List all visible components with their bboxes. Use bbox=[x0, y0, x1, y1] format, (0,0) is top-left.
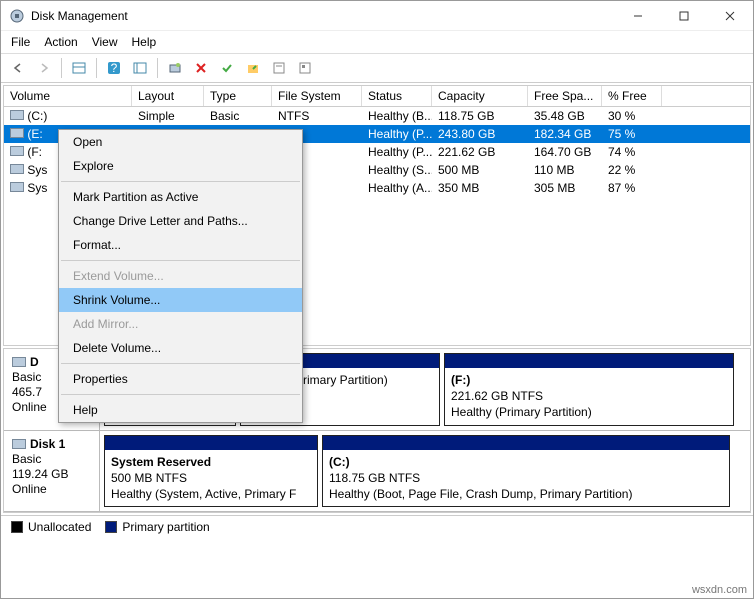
settings-icon[interactable] bbox=[294, 57, 316, 79]
help-icon[interactable]: ? bbox=[103, 57, 125, 79]
minimize-button[interactable] bbox=[615, 1, 661, 31]
menu-item[interactable]: Help bbox=[59, 398, 302, 422]
partition[interactable]: (C:)118.75 GB NTFSHealthy (Boot, Page Fi… bbox=[322, 435, 730, 508]
context-menu[interactable]: OpenExplore Mark Partition as ActiveChang… bbox=[58, 129, 303, 423]
toolbar: ? bbox=[1, 54, 753, 83]
menu-help[interactable]: Help bbox=[132, 35, 157, 49]
legend-primary: Primary partition bbox=[105, 520, 209, 534]
check-icon[interactable] bbox=[216, 57, 238, 79]
menu-item[interactable]: Open bbox=[59, 130, 302, 154]
menu-item[interactable]: Format... bbox=[59, 233, 302, 257]
menu-item[interactable]: Delete Volume... bbox=[59, 336, 302, 360]
table-header: Volume Layout Type File System Status Ca… bbox=[4, 86, 750, 107]
menu-action[interactable]: Action bbox=[44, 35, 77, 49]
legend-unallocated: Unallocated bbox=[11, 520, 91, 534]
menu-item[interactable]: Properties bbox=[59, 367, 302, 391]
properties-icon[interactable] bbox=[268, 57, 290, 79]
col-volume[interactable]: Volume bbox=[4, 86, 132, 106]
menu-bar: File Action View Help bbox=[1, 31, 753, 54]
folder-icon[interactable] bbox=[242, 57, 264, 79]
col-capacity[interactable]: Capacity bbox=[432, 86, 528, 106]
svg-text:?: ? bbox=[111, 61, 118, 75]
col-layout[interactable]: Layout bbox=[132, 86, 204, 106]
table-row[interactable]: (C:)SimpleBasicNTFSHealthy (B...118.75 G… bbox=[4, 107, 750, 125]
list-icon[interactable] bbox=[129, 57, 151, 79]
col-free[interactable]: Free Spa... bbox=[528, 86, 602, 106]
maximize-button[interactable] bbox=[661, 1, 707, 31]
col-percent[interactable]: % Free bbox=[602, 86, 662, 106]
partition[interactable]: System Reserved500 MB NTFSHealthy (Syste… bbox=[104, 435, 318, 508]
menu-file[interactable]: File bbox=[11, 35, 30, 49]
partition[interactable]: (F:)221.62 GB NTFSHealthy (Primary Parti… bbox=[444, 353, 734, 426]
back-button[interactable] bbox=[7, 57, 29, 79]
menu-view[interactable]: View bbox=[92, 35, 118, 49]
app-icon bbox=[9, 8, 25, 24]
menu-item[interactable]: Change Drive Letter and Paths... bbox=[59, 209, 302, 233]
menu-item: Extend Volume... bbox=[59, 264, 302, 288]
col-status[interactable]: Status bbox=[362, 86, 432, 106]
legend: Unallocated Primary partition bbox=[1, 515, 753, 538]
refresh-icon[interactable] bbox=[164, 57, 186, 79]
disk-row: Disk 1Basic119.24 GBOnlineSystem Reserve… bbox=[4, 431, 750, 513]
col-type[interactable]: Type bbox=[204, 86, 272, 106]
menu-item[interactable]: Mark Partition as Active bbox=[59, 185, 302, 209]
title-bar: Disk Management bbox=[1, 1, 753, 31]
table-view-icon[interactable] bbox=[68, 57, 90, 79]
forward-button[interactable] bbox=[33, 57, 55, 79]
watermark: wsxdn.com bbox=[692, 584, 747, 596]
menu-item[interactable]: Shrink Volume... bbox=[59, 288, 302, 312]
col-filesystem[interactable]: File System bbox=[272, 86, 362, 106]
menu-item: Add Mirror... bbox=[59, 312, 302, 336]
window-title: Disk Management bbox=[31, 9, 615, 23]
menu-item[interactable]: Explore bbox=[59, 154, 302, 178]
close-button[interactable] bbox=[707, 1, 753, 31]
delete-icon[interactable] bbox=[190, 57, 212, 79]
